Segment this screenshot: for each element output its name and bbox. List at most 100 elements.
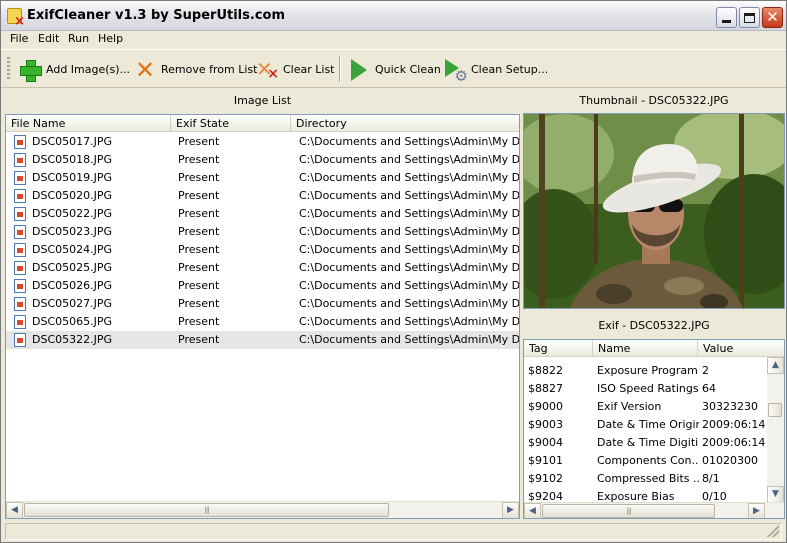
- quick-clean-icon: [351, 58, 367, 81]
- close-button[interactable]: ✕: [762, 7, 783, 28]
- table-row[interactable]: DSC05018.JPG Present C:\Documents and Sett…: [6, 151, 519, 169]
- directory-cell: C:\Documents and Settings\Admin\My Docum…: [299, 135, 520, 148]
- table-row[interactable]: DSC05020.JPG Present C:\Documents and Sett…: [6, 187, 519, 205]
- add-images-label: Add Image(s)...: [46, 63, 131, 76]
- jpg-file-icon: [14, 135, 26, 149]
- exif-scroll-right-button[interactable]: ▶: [748, 503, 765, 518]
- table-row[interactable]: DSC05019.JPG Present C:\Documents and Sett…: [6, 169, 519, 187]
- list-item[interactable]: $9003 Date & Time Original2009:06:14 1: [524, 416, 769, 434]
- exif-value-cell: 30323230: [702, 400, 758, 413]
- exif-state-cell: Present: [178, 261, 220, 274]
- jpg-file-icon: [14, 261, 26, 275]
- clean-setup-label: Clean Setup...: [471, 63, 549, 76]
- file-name-cell: DSC05026.JPG: [32, 279, 113, 292]
- directory-cell: C:\Documents and Settings\Admin\My Docum…: [299, 279, 520, 292]
- jpg-file-icon: [14, 243, 26, 257]
- exif-name-cell: Date & Time Digiti...: [597, 436, 699, 449]
- scroll-up-button[interactable]: ▲: [767, 357, 784, 374]
- table-row[interactable]: DSC05017.JPG Present C:\Documents and Sett…: [6, 133, 519, 151]
- table-row[interactable]: DSC05027.JPG Present C:\Documents and Sett…: [6, 295, 519, 313]
- list-item[interactable]: $9004 Date & Time Digiti... 2009:06:14 1: [524, 434, 769, 452]
- remove-from-list-button[interactable]: ✕ Remove from List: [134, 55, 258, 84]
- list-item[interactable]: $8822 Exposure Program 2: [524, 362, 769, 380]
- exif-header: Exif - DSC05322.JPG: [598, 319, 710, 332]
- status-bar: [5, 523, 782, 540]
- quick-clean-button[interactable]: Quick Clean: [348, 57, 441, 82]
- maximize-button[interactable]: [739, 7, 760, 28]
- exif-state-cell: Present: [178, 315, 220, 328]
- clean-setup-button[interactable]: Clean Setup...: [444, 57, 549, 85]
- exif-tag-cell: $8827: [528, 382, 563, 395]
- exif-scroll-left-button[interactable]: ◀: [524, 503, 541, 518]
- table-row[interactable]: DSC05022.JPG Present C:\Documents and Sett…: [6, 205, 519, 223]
- jpg-file-icon: [14, 297, 26, 311]
- menu-edit[interactable]: Edit: [38, 32, 59, 45]
- window-title: ExifCleaner v1.3 by SuperUtils.com: [27, 8, 286, 23]
- table-row[interactable]: DSC05065.JPG Present C:\Documents and Sett…: [6, 313, 519, 331]
- column-header-file-name[interactable]: File Name: [6, 115, 171, 132]
- table-row[interactable]: DSC05023.JPG Present C:\Documents and Sett…: [6, 223, 519, 241]
- file-name-cell: DSC05024.JPG: [32, 243, 113, 256]
- column-header-tag[interactable]: Tag: [524, 340, 593, 357]
- minimize-icon: [722, 20, 731, 23]
- clear-list-label: Clear List: [283, 63, 335, 76]
- table-row[interactable]: DSC05026.JPG Present C:\Documents and Sett…: [6, 277, 519, 295]
- exif-state-cell: Present: [178, 297, 220, 310]
- jpg-file-icon: [14, 153, 26, 167]
- scroll-left-button[interactable]: ◀: [6, 502, 23, 518]
- add-images-button[interactable]: Add Image(s)...: [19, 57, 130, 82]
- directory-cell: C:\Documents and Settings\Admin\My Docum…: [299, 315, 520, 328]
- exif-value-cell: 2009:06:14 1: [702, 418, 769, 431]
- file-name-cell: DSC05019.JPG: [32, 171, 113, 184]
- exif-hscrollbar[interactable]: ◀ ▶: [524, 502, 784, 518]
- exif-value-cell: 64: [702, 382, 716, 395]
- remove-icon: ✕: [134, 55, 156, 84]
- image-list-hscrollbar[interactable]: ◀ ▶: [6, 501, 519, 518]
- list-item[interactable]: $9102 Compressed Bits ... 8/1: [524, 470, 769, 488]
- table-row[interactable]: DSC05322.JPG Present C:\Documents and Sett…: [6, 331, 519, 349]
- exif-list[interactable]: Tag Name Value $8822 Exposure Program 2 $88…: [523, 339, 785, 519]
- list-item[interactable]: $9000 Exif Version 30323230: [524, 398, 769, 416]
- exif-tag-cell: $9004: [528, 436, 563, 449]
- exif-state-cell: Present: [178, 189, 220, 202]
- file-name-cell: DSC05020.JPG: [32, 189, 113, 202]
- menu-run[interactable]: Run: [68, 32, 89, 45]
- jpg-file-icon: [14, 171, 26, 185]
- directory-cell: C:\Documents and Settings\Admin\My Docum…: [299, 297, 520, 310]
- column-header-directory[interactable]: Directory: [291, 115, 519, 132]
- table-row[interactable]: DSC05025.JPG Present C:\Documents and Sett…: [6, 259, 519, 277]
- jpg-file-icon: [14, 207, 26, 221]
- list-item[interactable]: $9101 Components Con... 01020300: [524, 452, 769, 470]
- directory-cell: C:\Documents and Settings\Admin\My Docum…: [299, 153, 520, 166]
- image-list[interactable]: File Name Exif State Directory DSC05017.…: [5, 114, 520, 519]
- column-header-name[interactable]: Name: [593, 340, 698, 357]
- clear-list-button[interactable]: ✕ Clear List: [256, 57, 335, 84]
- exif-state-cell: Present: [178, 279, 220, 292]
- hscroll-thumb[interactable]: [24, 503, 389, 517]
- column-header-value[interactable]: Value: [698, 340, 784, 357]
- resize-grip[interactable]: [767, 525, 779, 537]
- exif-name-cell: Compressed Bits ...: [597, 472, 699, 485]
- exif-hscroll-thumb[interactable]: [542, 504, 715, 518]
- exif-name-cell: ISO Speed Ratings: [597, 382, 699, 395]
- exif-tag-cell: $9101: [528, 454, 563, 467]
- file-name-cell: DSC05022.JPG: [32, 207, 113, 220]
- thumbnail-photo: [524, 114, 784, 308]
- table-row[interactable]: DSC05024.JPG Present C:\Documents and Sett…: [6, 241, 519, 259]
- scroll-down-button[interactable]: ▼: [767, 486, 784, 503]
- menu-help[interactable]: Help: [98, 32, 123, 45]
- exif-vscrollbar[interactable]: ▲ ▼: [767, 357, 784, 503]
- minimize-button[interactable]: [716, 7, 737, 28]
- column-header-exif-state[interactable]: Exif State: [171, 115, 291, 132]
- app-icon: [7, 8, 25, 28]
- close-icon: ✕: [766, 8, 779, 26]
- menu-file[interactable]: File: [10, 32, 28, 45]
- vscroll-thumb[interactable]: [768, 403, 782, 417]
- directory-cell: C:\Documents and Settings\Admin\My Docum…: [299, 333, 520, 346]
- directory-cell: C:\Documents and Settings\Admin\My Docum…: [299, 189, 520, 202]
- title-bar[interactable]: ExifCleaner v1.3 by SuperUtils.com ✕: [1, 1, 786, 31]
- list-item[interactable]: $8827 ISO Speed Ratings 64: [524, 380, 769, 398]
- scroll-right-button[interactable]: ▶: [502, 502, 519, 518]
- toolbar-grip[interactable]: [7, 57, 10, 81]
- toolbar: Add Image(s)... ✕ Remove from List ✕ Cle…: [1, 49, 786, 88]
